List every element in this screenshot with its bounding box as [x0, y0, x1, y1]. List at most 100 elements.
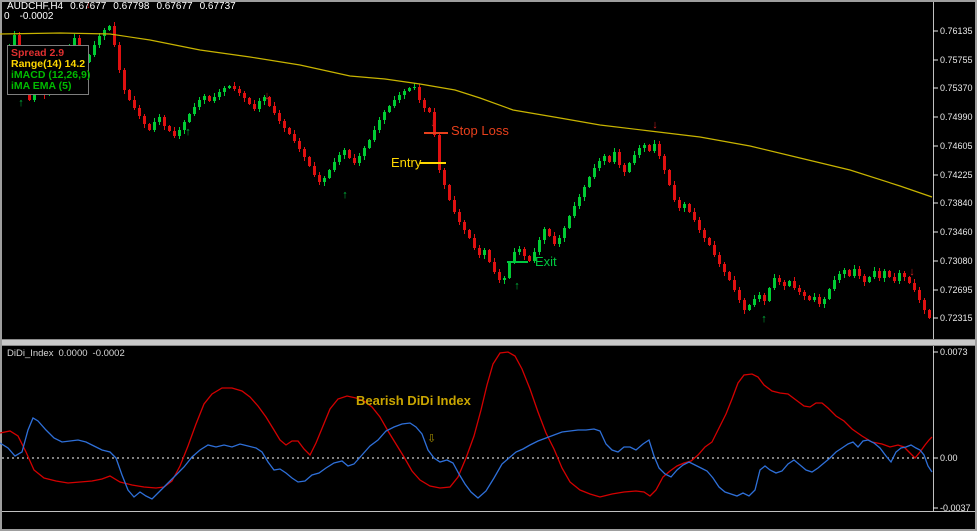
buy-arrow-icon: ↑: [514, 280, 520, 292]
price-axis-label: 0.73460: [940, 227, 973, 237]
entry-label: Entry: [391, 155, 421, 170]
candle-body: [313, 166, 316, 175]
candle-body: [368, 140, 371, 148]
time-axis[interactable]: 12 Apr 201714 Apr 12:0018 Apr 12:0020 Ap…: [0, 512, 977, 531]
candle-body: [588, 177, 591, 187]
candle-body: [243, 93, 246, 98]
candle-body: [443, 170, 446, 185]
candle-body: [413, 87, 416, 88]
candle-body: [448, 185, 451, 200]
candle-body: [303, 149, 306, 157]
ohlc-close: 0.67737: [200, 1, 236, 12]
candle-body: [283, 121, 286, 128]
price-axis[interactable]: 0.761350.757550.753700.749900.746050.742…: [933, 0, 977, 512]
candle-body: [148, 124, 151, 130]
candle-body: [783, 282, 786, 286]
candle-body: [403, 91, 406, 95]
candle-body: [383, 112, 386, 120]
candle-body: [98, 36, 101, 45]
candle-body: [318, 175, 321, 182]
candle-body: [223, 88, 226, 92]
candle-body: [293, 134, 296, 141]
candle-body: [278, 113, 281, 121]
candle-body: [638, 148, 641, 155]
candle-body: [768, 288, 771, 301]
candle-body: [103, 30, 106, 36]
indicator-axis-label: 0.0073: [940, 347, 968, 357]
candle-body: [353, 158, 356, 163]
indicator-value-2: -0.0002: [93, 348, 125, 359]
candle-body: [373, 130, 376, 140]
candle-body: [553, 236, 556, 244]
info-ima-ema: iMA EMA (5): [11, 81, 85, 92]
candle-body: [858, 269, 861, 276]
candle-body: [493, 262, 496, 272]
candle-body: [723, 264, 726, 272]
candle-body: [653, 144, 656, 151]
candle-body: [178, 130, 181, 136]
candle-body: [208, 96, 211, 101]
candle-body: [118, 45, 121, 70]
candle-body: [73, 38, 76, 45]
candle-body: [13, 35, 16, 45]
candle-body: [203, 96, 206, 100]
candle-body: [583, 187, 586, 197]
candle-body: [548, 229, 551, 236]
candle-body: [478, 248, 481, 255]
candle-body: [813, 297, 816, 300]
candle-body: [743, 300, 746, 310]
candle-body: [348, 150, 351, 158]
mt4-chart-window: ↑↑↑↑↑↓↓↓↓ AUDCHF,H40.676770.677980.67677…: [0, 0, 977, 531]
candle-body: [838, 274, 841, 280]
candle-body: [673, 185, 676, 200]
candle-body: [503, 278, 506, 280]
candle-body: [928, 310, 931, 318]
candle-body: [113, 26, 116, 45]
candle-body: [438, 135, 441, 170]
candle-body: [563, 228, 566, 238]
candle-body: [913, 283, 916, 290]
indicator-info-box: Spread 2.9 Range(14) 14.2 iMACD (12,26,9…: [7, 45, 89, 95]
candle-body: [763, 295, 766, 301]
candle-body: [688, 204, 691, 212]
candle-body: [458, 212, 461, 222]
candle-body: [808, 296, 811, 300]
candle-body: [633, 155, 636, 163]
main-chart-canvas[interactable]: ↑↑↑↑↑↓↓↓↓: [0, 0, 977, 531]
candle-body: [238, 89, 241, 93]
candle-body: [538, 240, 541, 252]
price-axis-label: 0.74990: [940, 112, 973, 122]
ohlc-low: 0.67677: [156, 1, 192, 12]
price-axis-label: 0.72695: [940, 285, 973, 295]
candle-body: [168, 126, 171, 131]
candle-body: [128, 90, 131, 100]
candle-body: [918, 290, 921, 300]
candle-body: [358, 156, 361, 163]
buy-arrow-icon: ↑: [761, 313, 767, 325]
candle-body: [338, 155, 341, 162]
candle-body: [878, 271, 881, 278]
candle-body: [378, 120, 381, 130]
candle-body: [513, 252, 516, 262]
candle-body: [803, 292, 806, 296]
candle-body: [388, 106, 391, 112]
chart-subvalue-row: 0-0.0002: [4, 11, 63, 22]
candle-body: [628, 163, 631, 172]
candle-body: [788, 281, 791, 286]
candle-body: [773, 278, 776, 288]
candle-body: [343, 150, 346, 155]
candle-body: [728, 272, 731, 280]
price-axis-label: 0.75755: [940, 55, 973, 65]
sell-arrow-icon: ↓: [909, 266, 915, 278]
price-axis-label: 0.72315: [940, 313, 973, 323]
candle-body: [173, 131, 176, 136]
candle-body: [483, 250, 486, 255]
buy-arrow-icon: ↑: [18, 97, 24, 109]
candle-body: [228, 86, 231, 88]
candle-body: [558, 238, 561, 244]
panel-splitter[interactable]: [2, 339, 975, 346]
candle-body: [323, 178, 326, 182]
buy-arrow-icon: ↑: [185, 126, 191, 138]
candle-body: [833, 280, 836, 289]
price-axis-label: 0.73080: [940, 256, 973, 266]
